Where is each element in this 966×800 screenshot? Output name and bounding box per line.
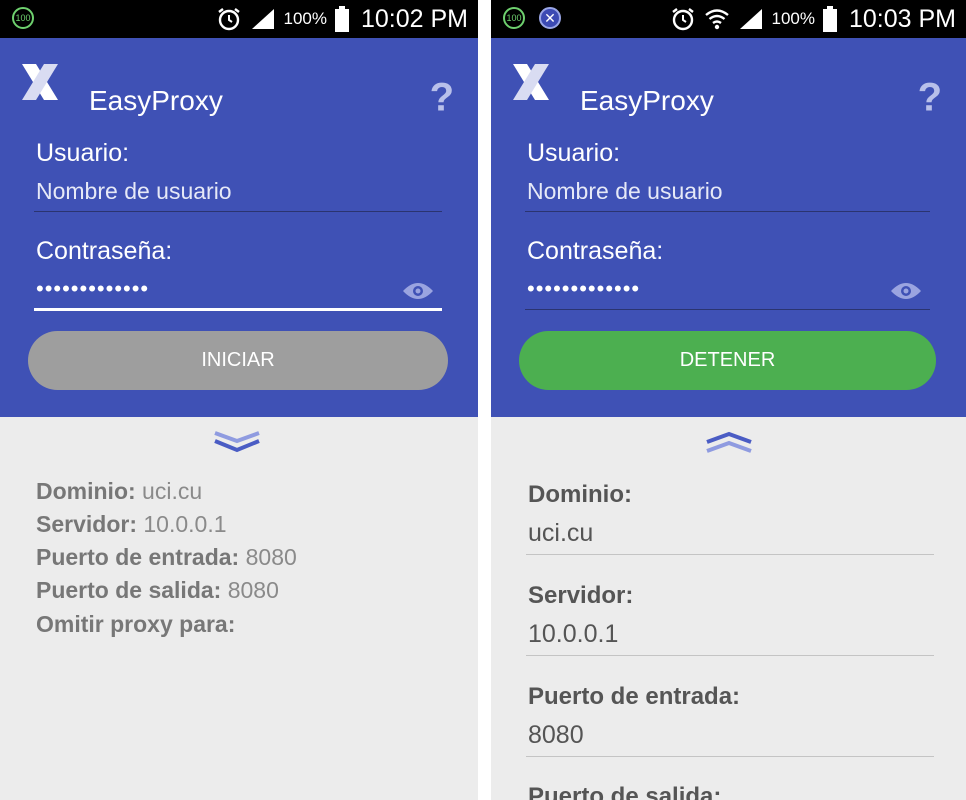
clock: 10:03 PM: [848, 4, 956, 33]
password-input-underline: [525, 309, 930, 310]
right-screen: 100 ✕ 100% 10:03 PM EasyProxy ? Usuario:…: [491, 0, 966, 800]
start-button[interactable]: INICIAR: [28, 331, 448, 390]
battery-icon: [334, 6, 349, 32]
battery-saver-indicator: 100: [503, 7, 525, 29]
app-title: EasyProxy: [580, 85, 714, 116]
stop-button[interactable]: DETENER: [519, 331, 936, 390]
status-bar: 100 100% 10:02 PM: [0, 0, 478, 38]
detail-port-out: Puerto de salida: 8080: [36, 577, 279, 603]
password-input[interactable]: •••••••••••••: [527, 276, 640, 302]
wifi-icon: [704, 9, 729, 30]
signal-icon: [739, 9, 762, 29]
detail-bypass: Omitir proxy para:: [36, 611, 236, 637]
password-input[interactable]: •••••••••••••: [36, 276, 149, 302]
notification-x-icon: ✕: [539, 7, 561, 29]
port-out-label: Puerto de salida:: [528, 783, 722, 800]
status-bar: 100 ✕ 100% 10:03 PM: [491, 0, 966, 38]
eye-icon[interactable]: [402, 281, 434, 301]
detail-domain: Dominio: uci.cu: [36, 478, 203, 504]
login-panel: EasyProxy ? Usuario: Nombre de usuario C…: [491, 38, 966, 417]
port-in-underline: [526, 756, 934, 757]
clock: 10:02 PM: [360, 4, 468, 33]
help-icon[interactable]: ?: [430, 76, 454, 121]
port-in-label: Puerto de entrada:: [528, 683, 741, 710]
battery-percent: 100%: [283, 9, 327, 28]
battery-icon: [822, 6, 837, 32]
user-label: Usuario:: [527, 139, 621, 167]
password-label: Contraseña:: [36, 237, 173, 265]
detail-server: Servidor: 10.0.0.1: [36, 511, 227, 537]
user-input[interactable]: Nombre de usuario: [527, 178, 723, 205]
domain-label: Dominio:: [528, 481, 632, 508]
port-in-input[interactable]: 8080: [528, 721, 584, 750]
server-label: Servidor:: [528, 582, 634, 609]
app-logo-x-icon: [22, 64, 58, 100]
battery-saver-indicator: 100: [12, 7, 34, 29]
password-input-underline: [34, 308, 442, 311]
left-screen: 100 100% 10:02 PM EasyProxy ? Usuario: N…: [0, 0, 478, 800]
alarm-icon: [671, 8, 694, 31]
login-panel: EasyProxy ? Usuario: Nombre de usuario C…: [0, 38, 478, 417]
chevron-up-icon[interactable]: [705, 431, 753, 453]
app-logo-x-icon: [513, 64, 549, 100]
signal-icon: [251, 9, 274, 29]
server-underline: [526, 655, 934, 656]
server-input[interactable]: 10.0.0.1: [528, 620, 618, 649]
detail-port-in: Puerto de entrada: 8080: [36, 544, 297, 570]
eye-icon[interactable]: [890, 281, 922, 301]
battery-percent: 100%: [771, 9, 815, 28]
user-input[interactable]: Nombre de usuario: [36, 178, 232, 205]
password-label: Contraseña:: [527, 237, 664, 265]
user-label: Usuario:: [36, 139, 130, 167]
domain-input[interactable]: uci.cu: [528, 519, 593, 548]
alarm-icon: [217, 8, 240, 31]
domain-underline: [526, 554, 934, 555]
user-input-underline: [34, 211, 442, 212]
chevron-down-icon[interactable]: [213, 431, 261, 453]
user-input-underline: [525, 211, 930, 212]
app-title: EasyProxy: [89, 85, 223, 116]
help-icon[interactable]: ?: [918, 76, 942, 121]
